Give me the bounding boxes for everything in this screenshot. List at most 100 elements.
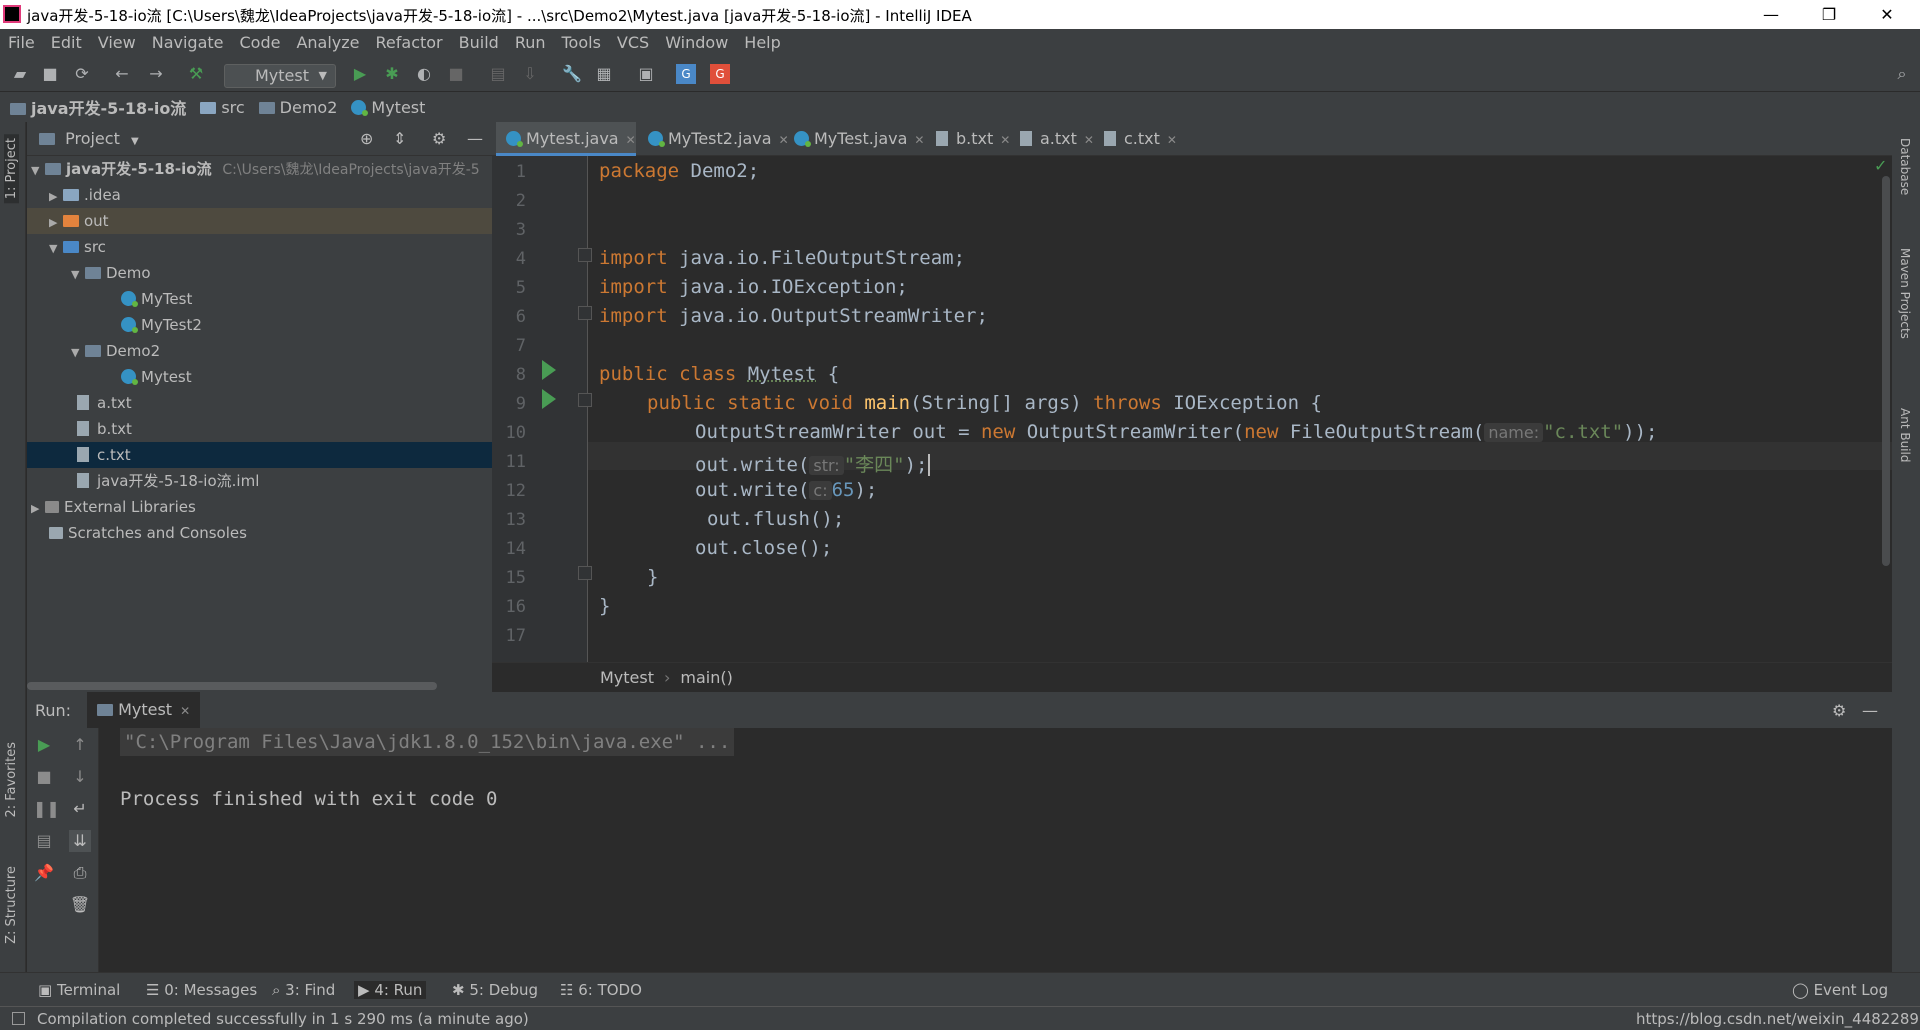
tab-b-txt[interactable]: b.txt ✕ bbox=[926, 122, 1010, 156]
close-tab-icon[interactable]: ✕ bbox=[1084, 133, 1094, 147]
tree-node-src[interactable]: ▼ src bbox=[27, 234, 492, 260]
menu-view[interactable]: View bbox=[98, 33, 136, 52]
translate-icon[interactable]: G bbox=[676, 64, 696, 84]
fold-icon[interactable] bbox=[578, 566, 592, 580]
tree-node-mytest2-class[interactable]: MyTest2 bbox=[27, 312, 492, 338]
structure-tool-button[interactable]: Z: Structure bbox=[4, 866, 19, 944]
project-tool-button[interactable]: 1: Project bbox=[4, 134, 19, 204]
pause-icon[interactable]: ❚❚ bbox=[33, 798, 60, 820]
fold-icon[interactable] bbox=[578, 306, 592, 320]
tree-node-mytest-class[interactable]: MyTest bbox=[27, 286, 492, 312]
down-arrow-icon[interactable]: ↓ bbox=[69, 766, 91, 788]
menu-analyze[interactable]: Analyze bbox=[296, 33, 359, 52]
locate-icon[interactable]: ⊕ bbox=[360, 122, 373, 156]
stop-icon[interactable]: ■ bbox=[33, 766, 55, 788]
close-tab-icon[interactable]: ✕ bbox=[626, 133, 636, 147]
menu-navigate[interactable]: Navigate bbox=[152, 33, 224, 52]
fold-icon[interactable] bbox=[578, 393, 592, 407]
status-message[interactable]: Compilation completed successfully in 1 … bbox=[37, 1010, 529, 1028]
menu-tools[interactable]: Tools bbox=[562, 33, 601, 52]
breadcrumb-method[interactable]: main() bbox=[680, 668, 732, 687]
tree-node-c-txt[interactable]: c.txt bbox=[27, 442, 492, 468]
close-tab-icon[interactable]: ✕ bbox=[1167, 133, 1177, 147]
coverage-icon[interactable]: ◐ bbox=[414, 64, 434, 84]
translate-alt-icon[interactable]: G bbox=[710, 64, 730, 84]
run-gutter-icon[interactable] bbox=[542, 389, 556, 409]
minimize-button[interactable]: — bbox=[1742, 0, 1800, 29]
search-everywhere-icon[interactable]: ⌕ bbox=[1892, 64, 1912, 84]
pin-icon[interactable]: 📌 bbox=[33, 862, 55, 884]
close-tab-icon[interactable]: ✕ bbox=[914, 133, 924, 147]
close-tab-icon[interactable]: ✕ bbox=[1000, 133, 1010, 147]
breadcrumb-src[interactable]: src bbox=[200, 98, 245, 117]
forward-icon[interactable]: → bbox=[146, 64, 166, 84]
collapse-all-icon[interactable]: ⇕ bbox=[393, 122, 406, 156]
ant-tool-button[interactable]: Ant Build bbox=[1898, 408, 1912, 462]
tree-node-demo2[interactable]: ▼ Demo2 bbox=[27, 338, 492, 364]
menu-refactor[interactable]: Refactor bbox=[376, 33, 443, 52]
menu-edit[interactable]: Edit bbox=[51, 33, 82, 52]
run-gutter-icon[interactable] bbox=[542, 360, 556, 380]
tab-mytest2-java[interactable]: MyTest2.java ✕ bbox=[638, 122, 789, 156]
back-icon[interactable]: ← bbox=[112, 64, 132, 84]
database-tool-button[interactable]: Database bbox=[1898, 138, 1912, 195]
fold-icon[interactable] bbox=[578, 248, 592, 262]
menu-code[interactable]: Code bbox=[240, 33, 281, 52]
print-icon[interactable]: ⎙ bbox=[69, 862, 91, 884]
hide-icon[interactable]: — bbox=[467, 122, 483, 156]
menu-file[interactable]: File bbox=[8, 33, 35, 52]
run-icon[interactable]: ▶ bbox=[350, 64, 370, 84]
tree-node-scratches[interactable]: Scratches and Consoles bbox=[27, 520, 492, 546]
tree-node-demo[interactable]: ▼ Demo bbox=[27, 260, 492, 286]
trash-icon[interactable]: 🗑 bbox=[69, 894, 91, 916]
menu-vcs[interactable]: VCS bbox=[617, 33, 649, 52]
editor-vertical-scrollbar[interactable] bbox=[1882, 176, 1890, 566]
close-tab-icon[interactable]: ✕ bbox=[180, 704, 190, 718]
sdk-manager-icon[interactable]: ▣ bbox=[636, 64, 656, 84]
menu-run[interactable]: Run bbox=[515, 33, 546, 52]
tab-a-txt[interactable]: a.txt ✕ bbox=[1010, 122, 1094, 156]
project-view-select[interactable]: Project bbox=[65, 129, 120, 148]
restore-button[interactable]: ❐ bbox=[1800, 0, 1858, 29]
synchronize-icon[interactable]: ⟳ bbox=[72, 64, 92, 84]
download-icon[interactable]: ⇩ bbox=[520, 64, 540, 84]
project-structure-icon[interactable]: ▦ bbox=[594, 64, 614, 84]
run-config-select[interactable]: Mytest ▼ bbox=[224, 64, 336, 88]
tree-node-iml[interactable]: java开发-5-18-io流.iml bbox=[27, 468, 492, 494]
project-horizontal-scrollbar[interactable] bbox=[27, 682, 437, 690]
build-hammer-icon[interactable]: ⚒ bbox=[186, 64, 206, 84]
find-tool-button[interactable]: ⌕ 3: Find bbox=[272, 981, 335, 999]
messages-tool-button[interactable]: ☰ 0: Messages bbox=[146, 981, 257, 999]
rerun-icon[interactable]: ▶ bbox=[33, 734, 55, 756]
debug-icon[interactable]: ✱ bbox=[382, 64, 402, 84]
tree-node-mytest-demo2[interactable]: Mytest bbox=[27, 364, 492, 390]
scroll-to-end-icon[interactable]: ⇊ bbox=[69, 830, 91, 852]
terminal-tool-button[interactable]: ▣ Terminal bbox=[38, 981, 120, 999]
hide-icon[interactable]: — bbox=[1862, 701, 1878, 720]
chevron-down-icon[interactable]: ▼ bbox=[131, 136, 139, 147]
soft-wrap-icon[interactable]: ↵ bbox=[69, 798, 91, 820]
stop-icon[interactable]: ■ bbox=[446, 64, 466, 84]
open-folder-icon[interactable]: ▰ bbox=[10, 64, 30, 84]
tree-node-out[interactable]: ▶ out bbox=[27, 208, 492, 234]
tree-node-root[interactable]: ▼ java开发-5-18-io流 C:\Users\魏龙\IdeaProject… bbox=[27, 156, 492, 182]
tab-c-txt[interactable]: c.txt ✕ bbox=[1094, 122, 1177, 156]
favorites-tool-button[interactable]: 2: Favorites bbox=[4, 742, 19, 818]
save-all-icon[interactable]: ■ bbox=[40, 64, 60, 84]
run-tab[interactable]: Mytest ✕ bbox=[87, 692, 201, 728]
todo-tool-button[interactable]: ☷ 6: TODO bbox=[560, 981, 642, 999]
close-window-button[interactable]: ✕ bbox=[1858, 0, 1916, 29]
tab-mytest-java-demo[interactable]: MyTest.java ✕ bbox=[784, 122, 924, 156]
breadcrumb-mytest[interactable]: Mytest bbox=[351, 98, 425, 117]
debug-tool-button[interactable]: ✱ 5: Debug bbox=[452, 981, 538, 999]
code-editor[interactable]: 1 2 3 4 5 6 7 8 9 10 11 12 13 14 15 16 1… bbox=[492, 156, 1892, 662]
maven-tool-button[interactable]: Maven Projects bbox=[1898, 248, 1912, 339]
event-log-button[interactable]: ◯ Event Log bbox=[1792, 981, 1888, 999]
tree-node-a-txt[interactable]: a.txt bbox=[27, 390, 492, 416]
tree-node-b-txt[interactable]: b.txt bbox=[27, 416, 492, 442]
menu-help[interactable]: Help bbox=[744, 33, 780, 52]
run-tool-button[interactable]: ▶ 4: Run bbox=[354, 981, 427, 999]
attach-icon[interactable]: ▤ bbox=[488, 64, 508, 84]
breadcrumb-demo2[interactable]: Demo2 bbox=[258, 98, 337, 117]
gear-icon[interactable]: ⚙ bbox=[432, 122, 446, 156]
